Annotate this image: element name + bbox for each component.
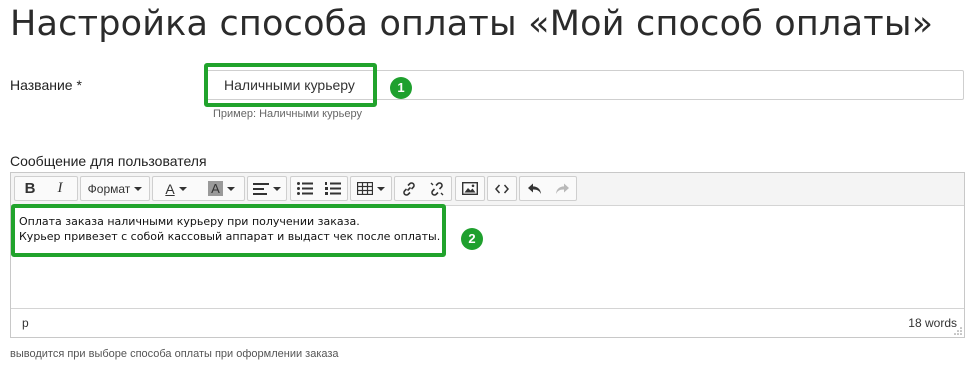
image-icon <box>462 182 478 195</box>
rich-text-editor: B I Формат A A Оплата заказа наличными к… <box>10 172 965 338</box>
step-badge-2: 2 <box>461 228 483 250</box>
bold-label: B <box>24 180 36 197</box>
italic-label: I <box>57 180 63 196</box>
content-line-2: Курьер привезет с собой кассовый аппарат… <box>19 230 441 243</box>
message-hint: выводится при выборе способа оплаты при … <box>10 348 339 360</box>
unlink-icon <box>430 181 444 196</box>
code-icon <box>495 184 509 193</box>
unlink-button[interactable] <box>423 177 451 200</box>
name-label: Название * <box>10 77 82 93</box>
format-dropdown[interactable]: Формат <box>81 177 149 200</box>
editor-toolbar: B I Формат A A <box>11 173 964 206</box>
italic-button[interactable]: I <box>45 177 75 200</box>
bullet-list-icon <box>297 182 313 195</box>
chevron-down-icon <box>226 186 235 191</box>
align-dropdown[interactable] <box>248 177 286 200</box>
insert-link-button[interactable] <box>395 177 423 200</box>
resize-handle-icon[interactable] <box>954 327 962 335</box>
table-icon <box>357 182 373 195</box>
numbered-list-button[interactable] <box>319 177 347 200</box>
toolbar-group-lists <box>290 176 348 201</box>
name-example-hint: Пример: Наличными курьеру <box>213 108 362 120</box>
toolbar-group-table <box>350 176 392 201</box>
text-color-button[interactable]: A <box>153 177 199 200</box>
redo-button[interactable] <box>548 177 576 200</box>
toolbar-group-code <box>487 176 517 201</box>
numbered-list-icon <box>325 182 341 195</box>
chevron-down-icon <box>178 186 187 191</box>
toolbar-group-align <box>247 176 287 201</box>
editor-content-area[interactable]: Оплата заказа наличными курьеру при полу… <box>19 214 440 244</box>
chevron-down-icon <box>377 186 385 191</box>
chevron-down-icon <box>134 186 143 191</box>
undo-icon <box>527 183 541 194</box>
name-input-field[interactable] <box>204 70 964 100</box>
bold-button[interactable]: B <box>15 177 45 200</box>
step-badge-1: 1 <box>390 77 412 99</box>
link-icon <box>403 181 415 196</box>
insert-image-button[interactable] <box>456 177 484 200</box>
redo-icon <box>555 183 569 194</box>
message-label: Сообщение для пользователя <box>10 153 207 169</box>
content-line-1: Оплата заказа наличными курьеру при полу… <box>19 215 360 228</box>
toolbar-group-style: B I <box>14 176 78 201</box>
toolbar-group-links <box>394 176 452 201</box>
undo-button[interactable] <box>520 177 548 200</box>
source-code-button[interactable] <box>488 177 516 200</box>
format-label: Формат <box>87 181 131 196</box>
editor-statusbar: p 18 words <box>11 308 964 337</box>
toolbar-group-colors: A A <box>152 176 245 201</box>
background-color-icon: A <box>208 181 223 196</box>
toolbar-group-format: Формат <box>80 176 150 201</box>
background-color-button[interactable]: A <box>199 177 244 200</box>
toolbar-group-image <box>455 176 485 201</box>
page-title: Настройка способа оплаты «Мой способ опл… <box>10 4 934 44</box>
element-path[interactable]: p <box>22 316 29 330</box>
name-input[interactable] <box>224 77 524 93</box>
word-count: 18 words <box>908 316 957 330</box>
align-left-icon <box>253 182 269 195</box>
text-color-icon: A <box>165 180 175 197</box>
table-dropdown[interactable] <box>351 177 391 200</box>
bullet-list-button[interactable] <box>291 177 319 200</box>
toolbar-group-history <box>519 176 577 201</box>
chevron-down-icon <box>273 186 281 191</box>
